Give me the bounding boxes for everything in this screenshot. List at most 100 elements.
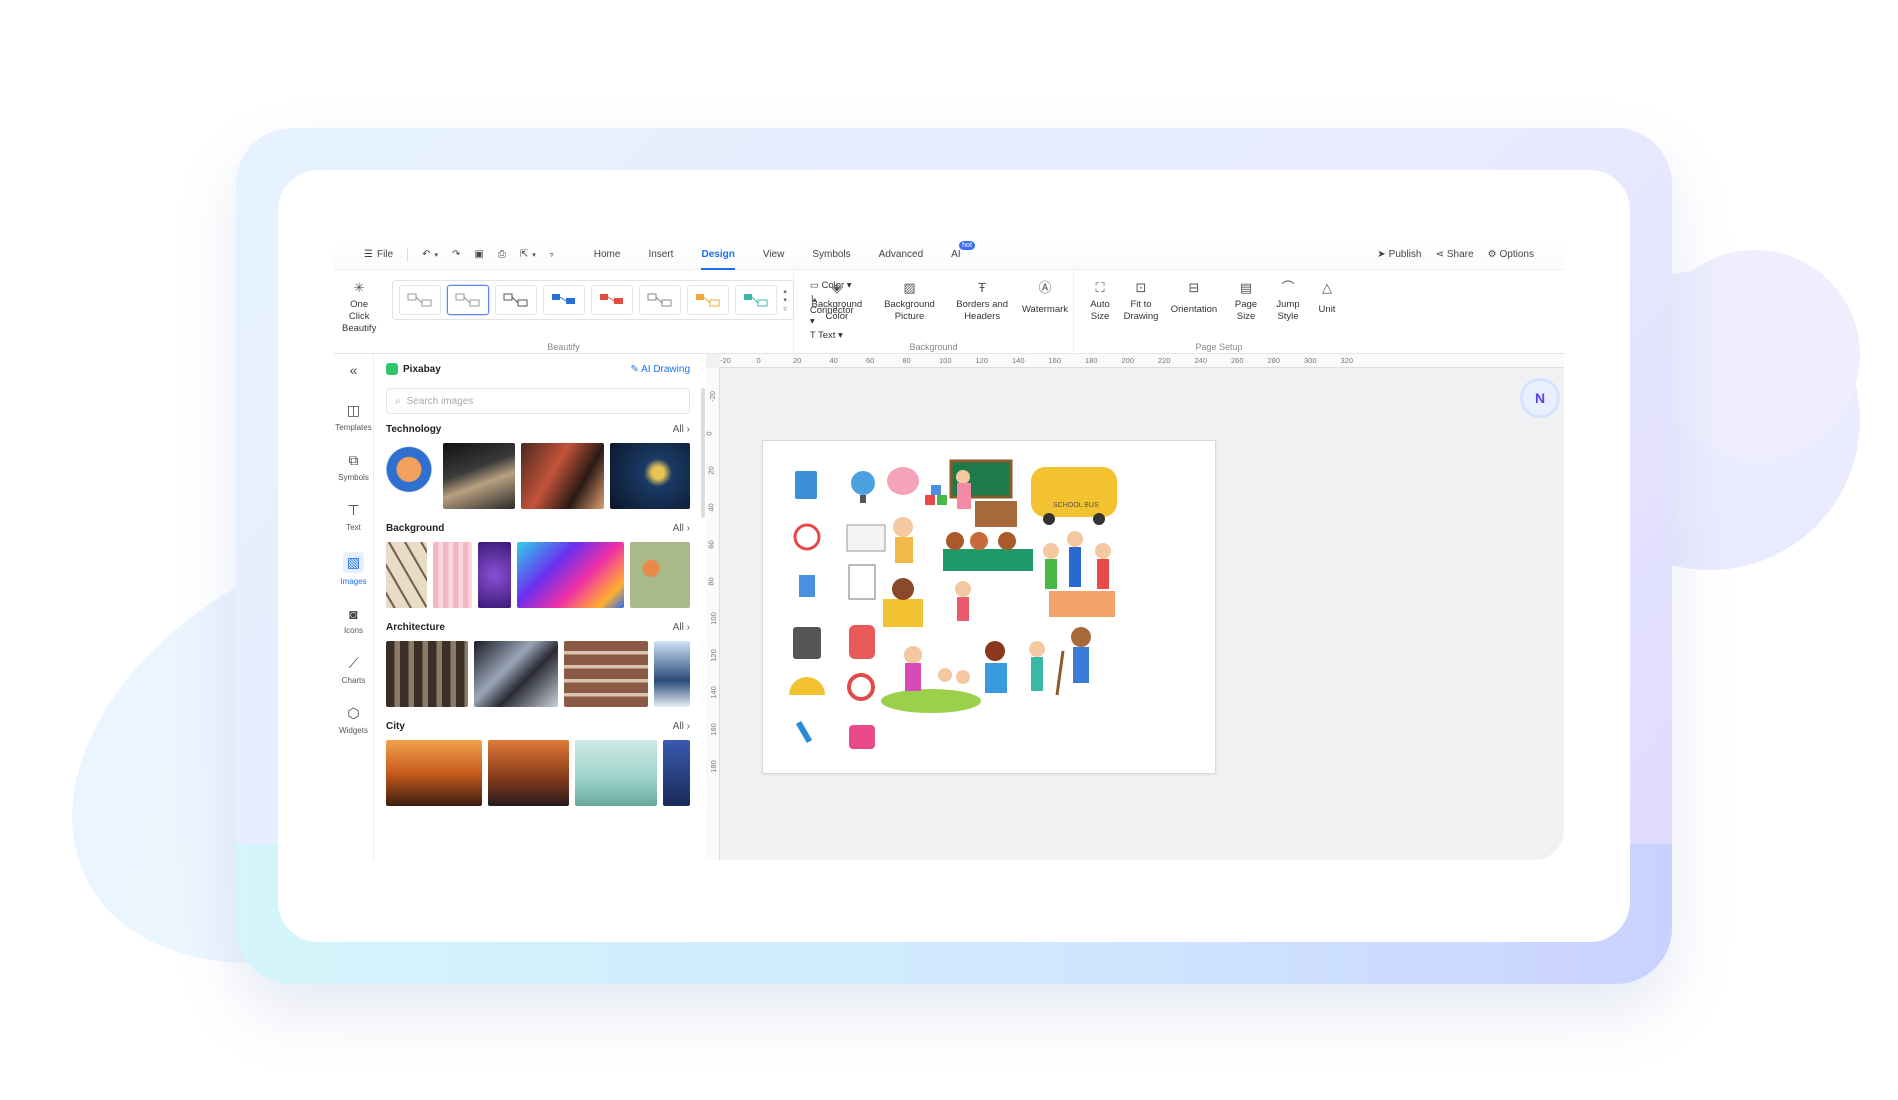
collapse-button[interactable]: « bbox=[334, 362, 373, 382]
jump-icon: ⌒ bbox=[1281, 280, 1295, 295]
auto-size-button[interactable]: ⛶ Auto Size bbox=[1080, 280, 1120, 323]
hot-badge: hot bbox=[959, 240, 975, 250]
city-thumbnails bbox=[386, 740, 690, 806]
orientation-button[interactable]: ⊟ Orientation bbox=[1162, 280, 1226, 316]
fit-to-drawing-button[interactable]: ⊡ Fit to Drawing bbox=[1120, 280, 1162, 323]
page-size-button[interactable]: ▤ Page Size bbox=[1226, 280, 1266, 323]
ai-drawing-link[interactable]: ✎ AI Drawing bbox=[630, 364, 690, 375]
style-option[interactable] bbox=[399, 285, 442, 315]
image-thumbnail[interactable] bbox=[662, 740, 690, 806]
chart-icon: ⟋ bbox=[348, 655, 359, 671]
redo-icon: ↷ bbox=[452, 249, 461, 260]
tab-advanced[interactable]: Advanced bbox=[865, 240, 937, 270]
style-option[interactable] bbox=[735, 285, 778, 315]
panel-header: Pixabay ✎ AI Drawing bbox=[386, 354, 690, 384]
rail-icons[interactable]: ◙ Icons bbox=[334, 606, 373, 635]
image-thumbnail[interactable] bbox=[517, 542, 624, 608]
tab-home[interactable]: Home bbox=[580, 240, 635, 270]
borders-headers-button[interactable]: Ŧ Borders and Headers bbox=[947, 280, 1017, 323]
ruler-tick-label: 20 bbox=[793, 356, 802, 365]
image-thumbnail[interactable] bbox=[609, 443, 690, 509]
rail-symbols[interactable]: ⧉ Symbols bbox=[334, 452, 373, 482]
export-icon: ⇱ bbox=[519, 249, 529, 260]
image-thumbnail[interactable] bbox=[386, 542, 427, 608]
unit-button[interactable]: △ Unit bbox=[1310, 280, 1344, 316]
main-tabs: Home Insert Design View Symbols Advanced… bbox=[580, 240, 975, 270]
image-thumbnail[interactable] bbox=[432, 542, 472, 608]
style-shape-icon bbox=[696, 294, 720, 307]
see-all-link[interactable]: All › bbox=[673, 622, 690, 633]
tab-symbols[interactable]: Symbols bbox=[798, 240, 864, 270]
tab-insert[interactable]: Insert bbox=[634, 240, 687, 270]
image-thumbnail[interactable] bbox=[629, 542, 690, 608]
watermark-button[interactable]: Ⓐ Watermark bbox=[1017, 280, 1073, 316]
options-button[interactable]: ⚙ Options bbox=[1488, 249, 1534, 260]
more-button[interactable]: ▿ bbox=[550, 250, 554, 259]
style-option[interactable] bbox=[687, 285, 730, 315]
image-thumbnail[interactable] bbox=[564, 641, 648, 707]
design-ribbon: ✳ One Click Beautify ▴ ▾ ▿ ▭ Color ▾ ↳ C… bbox=[334, 270, 1564, 354]
canvas-area[interactable]: -20 0 20 40 60 80 100 120 140 160 180 200 220 240 260 2… bbox=[705, 354, 1564, 860]
style-option[interactable] bbox=[495, 285, 538, 315]
rail-text[interactable]: ⊤ Text bbox=[334, 502, 373, 532]
alarm-clock-icon bbox=[793, 523, 821, 551]
icons-icon: ◙ bbox=[349, 606, 358, 622]
ai-assistant-button[interactable]: N bbox=[1520, 378, 1560, 418]
image-thumbnail[interactable] bbox=[575, 740, 657, 806]
image-thumbnail[interactable] bbox=[477, 542, 512, 608]
tab-ai-label: AI bbox=[951, 248, 961, 260]
background-picture-button[interactable]: ▨ Background Picture bbox=[872, 280, 948, 323]
redo-button[interactable]: ↷ bbox=[452, 249, 460, 260]
gallery-scroll[interactable]: ▴ ▾ ▿ bbox=[783, 287, 787, 314]
image-thumbnail[interactable] bbox=[487, 740, 570, 806]
image-thumbnail[interactable] bbox=[386, 740, 482, 806]
tab-ai[interactable]: AI hot bbox=[937, 240, 975, 270]
style-shape-icon bbox=[552, 294, 576, 304]
search-images-input[interactable]: ⌕ Search images bbox=[386, 388, 690, 414]
one-click-beautify-button[interactable]: ✳ One Click Beautify bbox=[334, 280, 384, 335]
background-color-button[interactable]: ◈ Background Color bbox=[802, 280, 872, 323]
see-all-link[interactable]: All › bbox=[673, 523, 690, 534]
style-option[interactable] bbox=[639, 285, 682, 315]
save-button[interactable]: ▣ bbox=[474, 249, 483, 260]
rail-widgets-label: Widgets bbox=[339, 726, 368, 735]
image-thumbnail[interactable] bbox=[386, 641, 469, 707]
ruler-tick-label: 200 bbox=[1121, 356, 1135, 365]
see-all-link[interactable]: All › bbox=[673, 721, 690, 732]
jump-style-button[interactable]: ⌒ Jump Style bbox=[1266, 280, 1310, 323]
chalkboard-icon bbox=[846, 524, 886, 552]
see-all-link[interactable]: All › bbox=[673, 424, 690, 435]
rail-images-label: Images bbox=[340, 577, 367, 586]
tab-design[interactable]: Design bbox=[687, 240, 748, 270]
boy-reading-figure bbox=[985, 641, 1005, 661]
export-button[interactable]: ⇱ ▾ bbox=[520, 249, 536, 260]
share-button[interactable]: ⋖ Share bbox=[1435, 249, 1473, 260]
page-setup-group-label: Page Setup bbox=[1195, 342, 1243, 352]
image-thumbnail[interactable] bbox=[442, 443, 515, 509]
tab-view[interactable]: View bbox=[749, 240, 799, 270]
print-button[interactable]: ⎙ bbox=[498, 249, 506, 260]
pixabay-source[interactable]: Pixabay bbox=[386, 363, 441, 375]
rail-images[interactable]: ▧ Images bbox=[334, 552, 373, 586]
style-option-selected[interactable] bbox=[447, 285, 490, 315]
ruler-tick-label: 160 bbox=[708, 723, 718, 736]
rail-widgets[interactable]: ⬡ Widgets bbox=[334, 705, 373, 735]
image-thumbnail[interactable] bbox=[474, 641, 559, 707]
panel-scrollbar[interactable] bbox=[701, 388, 705, 518]
rail-templates[interactable]: ◫ Templates bbox=[334, 402, 373, 432]
rail-charts[interactable]: ⟋ Charts bbox=[334, 655, 373, 685]
ruler-tick-label: 20 bbox=[706, 466, 716, 475]
see-all-label: All bbox=[672, 622, 684, 633]
ruler-tick-label: 280 bbox=[1267, 356, 1281, 365]
publish-button[interactable]: ➤ Publish bbox=[1377, 249, 1421, 260]
style-option[interactable] bbox=[543, 285, 586, 315]
rail-icons-label: Icons bbox=[343, 626, 364, 635]
top-right-actions: ➤ Publish ⋖ Share ⚙ Options bbox=[1377, 249, 1564, 260]
style-option[interactable] bbox=[591, 285, 634, 315]
file-menu[interactable]: ☰ File bbox=[364, 249, 393, 260]
image-thumbnail[interactable] bbox=[653, 641, 690, 707]
image-thumbnail[interactable] bbox=[386, 443, 437, 509]
image-thumbnail[interactable] bbox=[520, 443, 604, 509]
undo-button[interactable]: ↶ ▾ bbox=[422, 249, 438, 260]
drawing-page[interactable]: SCHOOL BUS bbox=[762, 440, 1216, 774]
